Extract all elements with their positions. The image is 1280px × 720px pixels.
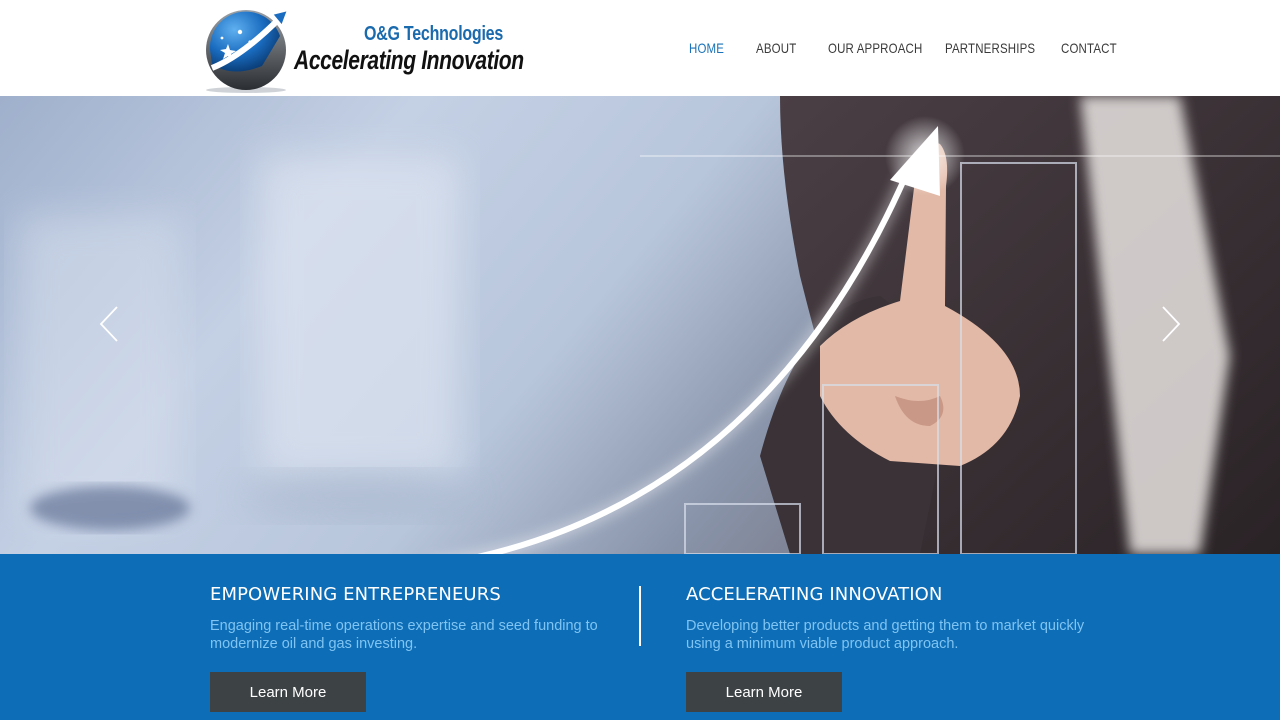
learn-more-button-empowering[interactable]: Learn More bbox=[210, 672, 366, 712]
slideshow-prev-button[interactable] bbox=[98, 304, 122, 344]
hero-slideshow bbox=[0, 96, 1280, 554]
feature-title: ACCELERATING INNOVATION bbox=[686, 584, 943, 605]
feature-text: Engaging real-time operations expertise … bbox=[210, 618, 598, 652]
feature-text: Developing better products and getting t… bbox=[686, 618, 1085, 652]
slideshow-next-button[interactable] bbox=[1158, 304, 1182, 344]
chevron-left-icon bbox=[99, 306, 118, 342]
main-nav: HOME ABOUT OUR APPROACH PARTNERSHIPS CON… bbox=[0, 40, 1280, 60]
nav-home[interactable]: HOME bbox=[689, 40, 724, 56]
nav-about[interactable]: ABOUT bbox=[756, 40, 796, 56]
nav-our-approach[interactable]: OUR APPROACH bbox=[828, 40, 922, 56]
feature-accelerating: ACCELERATING INNOVATION Developing bette… bbox=[686, 584, 1086, 653]
feature-divider bbox=[639, 586, 641, 646]
feature-empowering: EMPOWERING ENTREPRENEURS Engaging real-t… bbox=[210, 584, 610, 653]
nav-partnerships[interactable]: PARTNERSHIPS bbox=[945, 40, 1035, 56]
learn-more-button-accelerating[interactable]: Learn More bbox=[686, 672, 842, 712]
hero-image bbox=[0, 96, 1280, 554]
chevron-right-icon bbox=[1162, 306, 1181, 342]
site-header: O&G Technologies Accelerating Innovation… bbox=[0, 0, 1280, 96]
nav-contact[interactable]: CONTACT bbox=[1061, 40, 1117, 56]
features-band: EMPOWERING ENTREPRENEURS Engaging real-t… bbox=[0, 554, 1280, 720]
feature-title: EMPOWERING ENTREPRENEURS bbox=[210, 584, 501, 605]
